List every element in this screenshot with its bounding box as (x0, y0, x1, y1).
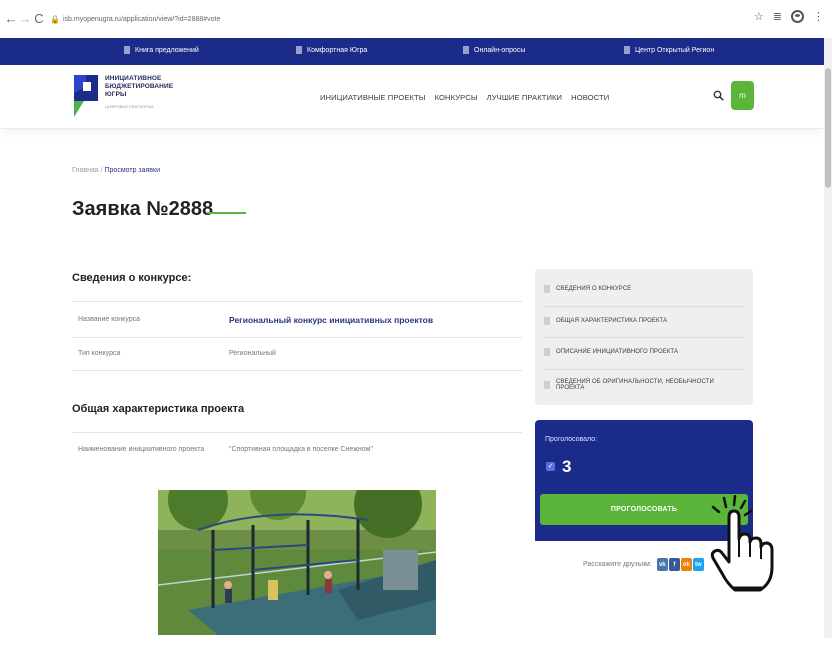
document-icon (624, 46, 630, 54)
nav-contests[interactable]: КОНКУРСЫ (435, 93, 478, 102)
project-name-value: "Спортивная площадка в поселке Снежном" (229, 446, 373, 453)
side-nav-contest-info[interactable]: СВЕДЕНИЯ О КОНКУРСЕ (544, 285, 744, 293)
logo-subtext: ЦИФРОВАЯ ПЛАТФОРМА (105, 104, 154, 109)
facebook-share-icon[interactable]: f (668, 558, 680, 571)
side-nav-label: ОБЩАЯ ХАРАКТЕРИСТИКА ПРОЕКТА (556, 318, 668, 324)
vote-label: Проголосовало: (545, 436, 598, 443)
topbar-link-comfort-ugra[interactable]: Комфортная Югра (296, 46, 367, 54)
vote-count: 3 (562, 457, 572, 476)
lock-icon: 🔒 (50, 14, 60, 24)
nav-news[interactable]: НОВОСТИ (571, 93, 609, 102)
divider (72, 432, 522, 433)
general-section-title: Общая характеристика проекта (72, 403, 245, 415)
page-title: Заявка №2888 (72, 198, 214, 220)
topbar-link-label: Центр Открытый Регион (635, 46, 715, 54)
divider (72, 337, 522, 338)
contest-name-label: Название конкурса (78, 316, 140, 323)
document-icon (124, 46, 130, 54)
top-links-bar: Книга предложений Комфортная Югра Онлайн… (0, 38, 824, 65)
share-bar: Расскажите друзьям: vk f ok tw (583, 558, 704, 571)
nav-initiative-projects[interactable]: ИНИЦИАТИВНЫЕ ПРОЕКТЫ (320, 93, 426, 102)
site-header: ИНИЦИАТИВНОЕ БЮДЖЕТИРОВАНИЕ ЮГРЫ ЦИФРОВА… (0, 65, 824, 129)
topbar-link-label: Комфортная Югра (307, 46, 368, 54)
divider (72, 301, 522, 302)
share-label: Расскажите друзьям: (583, 561, 652, 568)
checkmark-icon: ✓ (546, 462, 555, 471)
search-icon[interactable] (713, 90, 724, 101)
forward-arrow-icon[interactable]: → (18, 11, 32, 26)
browser-toolbar: ← → C 🔒 isb.myopenugra.ru/application/vi… (0, 0, 832, 38)
twitter-share-icon[interactable]: tw (692, 558, 704, 571)
side-nav-general[interactable]: ОБЩАЯ ХАРАКТЕРИСТИКА ПРОЕКТА (544, 317, 744, 325)
bookmark-icon (544, 317, 550, 325)
pointing-hand-cursor-icon (710, 495, 774, 592)
divider (544, 306, 744, 307)
topbar-link-surveys[interactable]: Онлайн-опросы (463, 46, 525, 54)
document-icon (296, 46, 302, 54)
url-text: isb.myopenugra.ru/application/view/?id=2… (62, 15, 221, 23)
divider (72, 370, 522, 371)
side-nav-label: СВЕДЕНИЯ ОБ ОРИГИНАЛЬНОСТИ, НЕОБЫЧНОСТИ … (556, 379, 714, 391)
bookmark-star-icon[interactable]: ☆ (754, 10, 764, 23)
side-nav-label: СВЕДЕНИЯ О КОНКУРСЕ (556, 286, 632, 292)
reading-list-icon[interactable]: ≣ (773, 10, 782, 23)
bookmark-icon (544, 285, 550, 293)
project-photo (158, 490, 436, 635)
divider (544, 369, 744, 370)
side-nav-label: ОПИСАНИЕ ИНИЦИАТИВНОГО ПРОЕКТА (556, 349, 679, 355)
site-logo[interactable]: ИНИЦИАТИВНОЕ БЮДЖЕТИРОВАНИЕ ЮГРЫ ЦИФРОВА… (72, 73, 173, 119)
topbar-link-open-region[interactable]: Центр Открытый Регион (624, 46, 714, 54)
topbar-link-label: Онлайн-опросы (474, 46, 526, 54)
breadcrumb-home[interactable]: Главная (72, 167, 99, 174)
document-icon (463, 46, 469, 54)
breadcrumb: Главная / Просмотр заявки (72, 167, 160, 174)
side-nav-description[interactable]: ОПИСАНИЕ ИНИЦИАТИВНОГО ПРОЕКТА (544, 348, 744, 356)
divider (544, 337, 744, 338)
browser-actions: ☆ ≣ ⋮ (754, 10, 824, 23)
contest-name-value[interactable]: Региональный конкурс инициативных проект… (229, 315, 433, 325)
topbar-link-proposals[interactable]: Книга предложений (124, 46, 199, 54)
breadcrumb-current: Просмотр заявки (104, 167, 161, 174)
side-navigation: СВЕДЕНИЯ О КОНКУРСЕ ОБЩАЯ ХАРАКТЕРИСТИКА… (535, 269, 753, 405)
topbar-link-label: Книга предложений (135, 46, 199, 54)
logo-text-line: ЮГРЫ (105, 91, 127, 98)
logo-text-line: БЮДЖЕТИРОВАНИЕ (105, 83, 174, 90)
browser-menu-icon[interactable]: ⋮ (813, 10, 824, 23)
bookmark-icon (544, 381, 550, 389)
profile-icon[interactable] (791, 10, 804, 23)
logo-text-line: ИНИЦИАТИВНОЕ (105, 75, 162, 82)
contest-section-title: Сведения о конкурсе: (72, 272, 192, 284)
nav-best-practices[interactable]: ЛУЧШИЕ ПРАКТИКИ (487, 93, 562, 102)
logo-mark-icon (74, 75, 98, 117)
contest-type-value: Региональный (229, 350, 276, 357)
reload-icon[interactable]: C (32, 11, 46, 26)
bookmark-icon (544, 348, 550, 356)
side-nav-originality[interactable]: СВЕДЕНИЯ ОБ ОРИГИНАЛЬНОСТИ, НЕОБЫЧНОСТИ … (544, 379, 744, 391)
project-name-label: Наименование инициативного проекта (78, 446, 205, 453)
vk-share-icon[interactable]: vk (656, 558, 668, 571)
page-scrollbar[interactable] (824, 38, 832, 638)
main-nav: ИНИЦИАТИВНЫЕ ПРОЕКТЫ КОНКУРСЫ ЛУЧШИЕ ПРА… (320, 93, 609, 102)
scrollbar-thumb[interactable] (825, 68, 831, 188)
user-avatar[interactable]: m (731, 81, 754, 110)
odnoklassniki-share-icon[interactable]: ok (680, 558, 692, 571)
back-arrow-icon[interactable]: ← (4, 11, 18, 26)
address-bar[interactable]: 🔒 isb.myopenugra.ru/application/view/?id… (50, 11, 220, 27)
title-underline (207, 212, 246, 214)
contest-type-label: Тип конкурса (78, 350, 121, 357)
